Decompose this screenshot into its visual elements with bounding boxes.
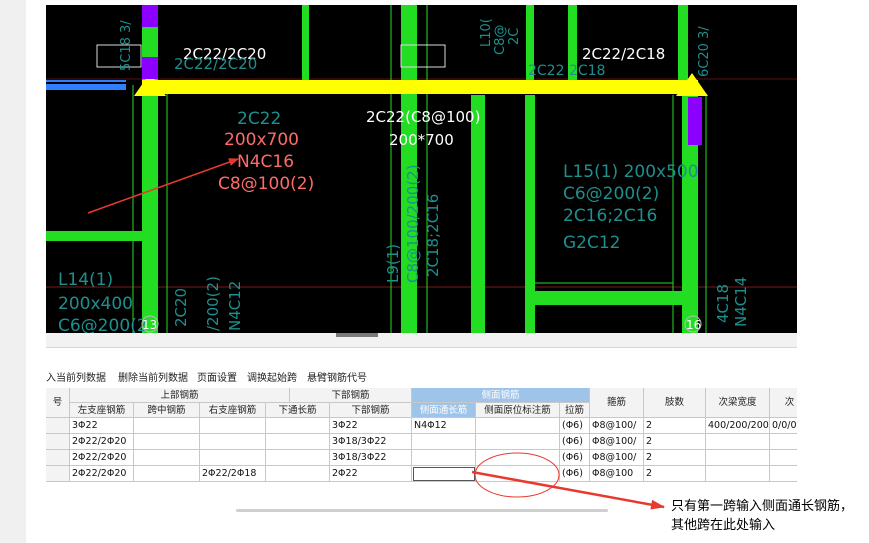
annotation-arrow-table bbox=[471, 470, 665, 510]
annotation-note: 只有第一跨输入侧面通长钢筋，其他跨在此处输入 bbox=[671, 499, 854, 533]
annotation-overlay bbox=[87, 158, 665, 510]
annotation-arrow-cad bbox=[87, 158, 239, 214]
